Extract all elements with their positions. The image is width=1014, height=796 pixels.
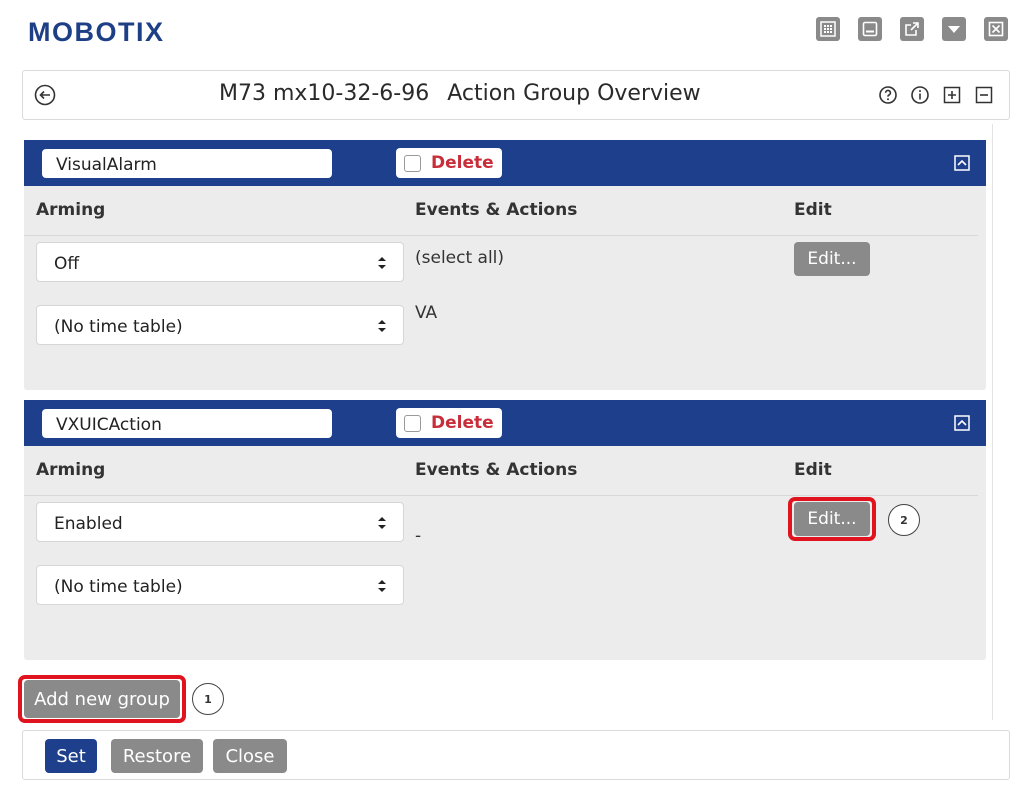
page-title: M73 mx10-32-6-96 Action Group Overview [219,81,701,106]
events-empty-text: - [415,526,422,546]
collapse-group-icon[interactable] [954,155,970,171]
dialog-footer: Set Restore Close [22,730,1010,780]
close-icon[interactable] [984,17,1008,41]
arming-column-header: Arming [36,460,106,480]
timetable-value: (No time table) [54,317,183,337]
delete-toggle[interactable]: Delete [396,408,502,438]
arming-value: Off [54,254,80,274]
edit-button[interactable]: Edit... [794,242,870,276]
popout-icon[interactable] [900,17,924,41]
arming-column-header: Arming [36,200,106,220]
group-header: Delete [24,140,986,186]
timetable-select[interactable]: (No time table) [36,305,404,345]
set-button[interactable]: Set [45,739,97,773]
edit-button[interactable]: Edit... [794,502,870,536]
expand-all-icon[interactable] [941,84,963,106]
arming-select[interactable]: Enabled [36,502,404,542]
info-icon[interactable] [909,84,931,106]
header-divider [24,235,978,236]
events-list-item[interactable]: VA [415,303,437,323]
grid-icon[interactable] [816,17,840,41]
collapse-group-icon[interactable] [954,415,970,431]
delete-label: Delete [431,153,494,173]
dialog-title: Action Group Overview [447,81,701,106]
events-column-header: Events & Actions [415,460,578,480]
group-list: Delete Arming Events & Actions Edit Off … [18,124,1010,723]
arming-select[interactable]: Off [36,242,404,282]
callout-badge: 1 [192,683,224,715]
title-bar: M73 mx10-32-6-96 Action Group Overview [22,70,1010,120]
events-list-item[interactable]: (select all) [415,248,504,268]
group-header: Delete [24,400,986,446]
dropdown-icon[interactable] [942,17,966,41]
title-tools [877,84,995,106]
edit-column-header: Edit [794,200,832,220]
edit-column-header: Edit [794,460,832,480]
select-arrows-icon [378,320,386,332]
add-new-group-button[interactable]: Add new group [24,680,180,718]
select-arrows-icon [378,257,386,269]
mobotix-logo: MOBOTIX [28,17,165,47]
collapse-all-icon[interactable] [973,84,995,106]
help-icon[interactable] [877,84,899,106]
minimize-icon[interactable] [858,17,882,41]
scrollbar[interactable] [992,124,1010,720]
restore-button[interactable]: Restore [111,739,203,773]
timetable-value: (No time table) [54,577,183,597]
brand-bar: MOBOTIX [0,0,1014,66]
delete-toggle[interactable]: Delete [396,148,502,178]
arming-value: Enabled [54,514,123,534]
select-arrows-icon [378,580,386,592]
group-name-input[interactable] [42,409,332,438]
callout-badge: 2 [888,504,920,536]
header-divider [24,495,978,496]
delete-label: Delete [431,413,494,433]
timetable-select[interactable]: (No time table) [36,565,404,605]
camera-name: M73 mx10-32-6-96 [219,81,430,106]
delete-checkbox[interactable] [404,154,421,172]
close-button[interactable]: Close [213,739,287,773]
action-group-vxuicaction: Delete Arming Events & Actions Edit Enab… [24,400,986,660]
group-name-input[interactable] [42,149,332,178]
events-column-header: Events & Actions [415,200,578,220]
back-arrow-icon[interactable] [33,83,57,107]
select-arrows-icon [378,517,386,529]
action-group-visualalarm: Delete Arming Events & Actions Edit Off … [24,140,986,390]
delete-checkbox[interactable] [404,414,421,432]
